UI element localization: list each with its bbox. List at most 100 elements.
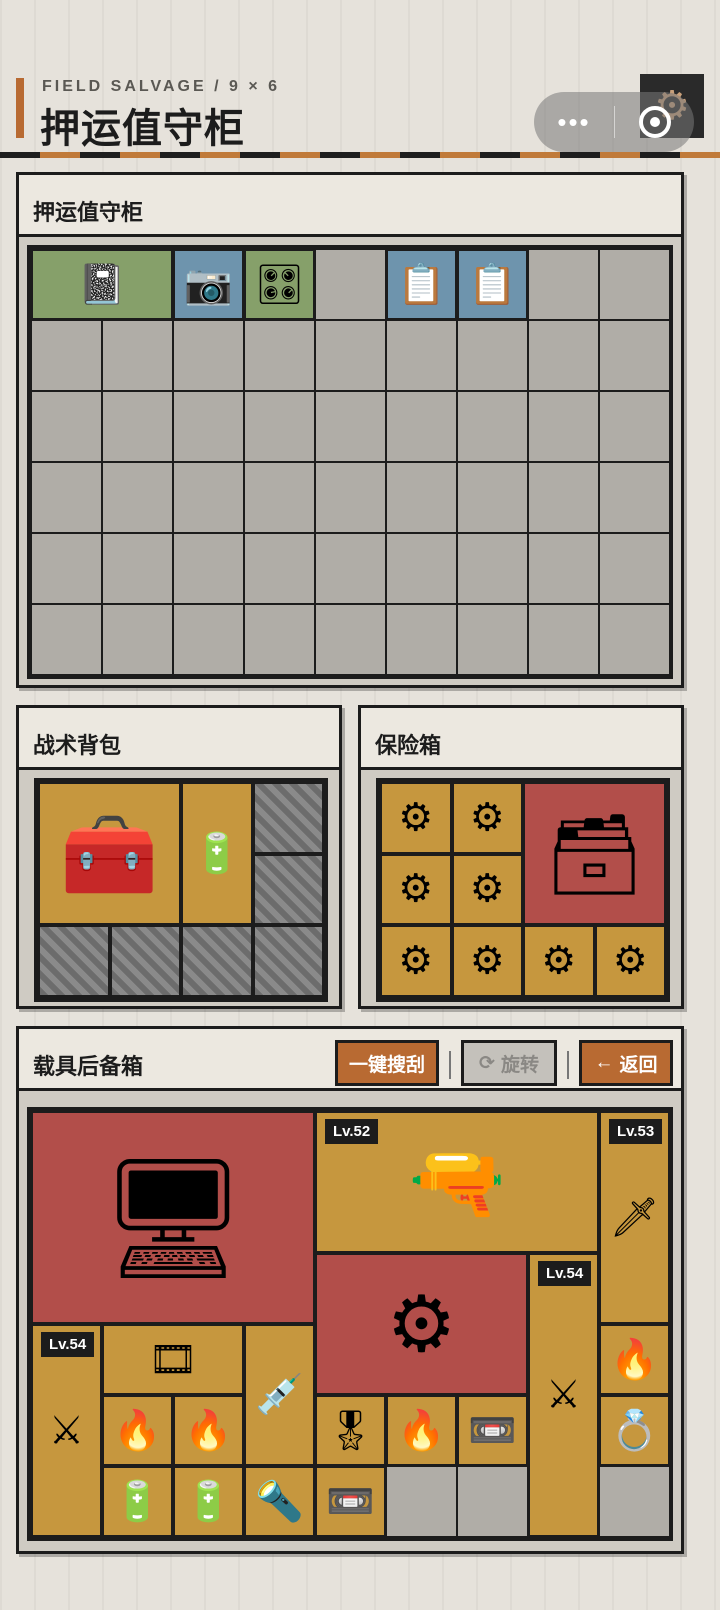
battery-pack-item[interactable]: 🔋 <box>181 782 253 925</box>
battery-case-2-item[interactable]: 🔋 <box>173 1466 244 1537</box>
tablet-2-item[interactable]: 📋 <box>457 249 528 320</box>
tool-case-item[interactable]: 🧰 <box>38 782 181 925</box>
grid-cell[interactable] <box>457 533 528 604</box>
grid-cell[interactable] <box>457 391 528 462</box>
grid-cell[interactable] <box>386 1466 457 1537</box>
reactor-core-5-item[interactable]: ⚙ <box>380 925 452 997</box>
torch-item[interactable]: 🔦 <box>244 1466 315 1537</box>
combat-blade-item[interactable]: 🗡 Lv.53 <box>599 1111 670 1324</box>
medal-item[interactable]: 🎖 <box>315 1395 386 1466</box>
grid-cell[interactable] <box>599 391 670 462</box>
tablet-1-item[interactable]: 📋 <box>386 249 457 320</box>
grid-cell[interactable] <box>528 391 599 462</box>
loot-all-button[interactable]: 一键搜刮 <box>335 1040 439 1086</box>
reactor-core-2-item[interactable]: ⚙ <box>451 782 523 854</box>
grid-cell[interactable] <box>173 533 244 604</box>
grid-cell[interactable] <box>173 320 244 391</box>
grid-cell[interactable] <box>457 604 528 675</box>
reactor-core-7-item[interactable]: ⚙ <box>523 925 595 997</box>
safebox-panel: 保险箱 ⚙ ⚙ ⚙ ⚙ ⚙ ⚙ ⚙ ⚙ 🗃 <box>358 705 684 1009</box>
lighter-2-item[interactable]: 🔥 <box>173 1395 244 1466</box>
grid-cell[interactable] <box>31 391 102 462</box>
grid-cell[interactable] <box>31 320 102 391</box>
grid-cell[interactable] <box>599 533 670 604</box>
journal-icon: 📓 <box>77 263 127 306</box>
rotate-icon: ⟳ <box>479 1052 495 1074</box>
grid-cell[interactable] <box>102 320 173 391</box>
grid-cell[interactable] <box>102 604 173 675</box>
syringe-item[interactable]: 💉 <box>244 1324 315 1466</box>
grid-cell[interactable] <box>102 391 173 462</box>
reactor-core-8-item[interactable]: ⚙ <box>594 925 666 997</box>
reactor-core-icon: ⚙ <box>469 796 505 840</box>
top-header: FIELD SALVAGE / 9 × 6 押运值守柜 ⚙ ••• <box>0 0 720 160</box>
grid-cell[interactable] <box>244 462 315 533</box>
grid-cell[interactable] <box>315 320 386 391</box>
grid-cell[interactable] <box>102 533 173 604</box>
grid-cell[interactable] <box>528 320 599 391</box>
rotate-button[interactable]: ⟳ 旋转 <box>461 1040 557 1086</box>
reactor-core-icon: ⚙ <box>398 796 434 840</box>
grid-cell[interactable] <box>31 604 102 675</box>
grid-cell[interactable] <box>102 462 173 533</box>
grid-cell[interactable] <box>386 533 457 604</box>
grid-cell[interactable] <box>315 604 386 675</box>
cassette-2-item[interactable]: 📼 <box>315 1466 386 1537</box>
lighter-item[interactable]: 🔥 <box>102 1395 173 1466</box>
grid-cell[interactable] <box>315 533 386 604</box>
grid-cell[interactable] <box>31 462 102 533</box>
grid-cell[interactable] <box>599 249 670 320</box>
engine-motor-item[interactable]: ⚙ <box>315 1253 528 1395</box>
grid-cell[interactable] <box>599 320 670 391</box>
jewelry-box-item[interactable]: 💍 <box>599 1395 670 1466</box>
saber-2-item[interactable]: ⚔ Lv.54 <box>31 1324 102 1537</box>
saber-1-item[interactable]: ⚔ Lv.54 <box>528 1253 599 1537</box>
ammo-crate-item[interactable]: 🗃 <box>523 782 666 925</box>
button-divider <box>449 1051 451 1079</box>
grid-cell[interactable] <box>599 604 670 675</box>
grid-cell[interactable] <box>315 249 386 320</box>
lighter-3-item[interactable]: 🔥 <box>386 1395 457 1466</box>
reactor-core-3-item[interactable]: ⚙ <box>380 853 452 925</box>
grid-cell[interactable] <box>528 533 599 604</box>
grid-cell[interactable] <box>528 604 599 675</box>
grid-cell[interactable] <box>244 391 315 462</box>
back-button[interactable]: ← 返回 <box>579 1040 673 1086</box>
journal-item[interactable]: 📓 <box>31 249 173 320</box>
grid-cell[interactable] <box>31 533 102 604</box>
grid-cell[interactable] <box>457 462 528 533</box>
grid-cell[interactable] <box>457 1466 528 1537</box>
grid-cell[interactable] <box>173 391 244 462</box>
grid-cell[interactable] <box>528 462 599 533</box>
grid-cell[interactable] <box>386 604 457 675</box>
tape-roll-item[interactable]: 🎞 <box>102 1324 244 1395</box>
circuit-board-item[interactable]: 🎛 <box>244 249 315 320</box>
grid-cell[interactable] <box>244 533 315 604</box>
reactor-core-4-item[interactable]: ⚙ <box>451 853 523 925</box>
cassette-item[interactable]: 📼 <box>457 1395 528 1466</box>
grid-cell[interactable] <box>386 320 457 391</box>
grid-cell[interactable] <box>599 1466 670 1537</box>
grid-cell[interactable] <box>457 320 528 391</box>
grid-cell[interactable] <box>528 249 599 320</box>
dashcam-item[interactable]: 📷 <box>173 249 244 320</box>
grid-cell[interactable] <box>386 391 457 462</box>
reactor-core-6-item[interactable]: ⚙ <box>451 925 523 997</box>
grid-cell[interactable] <box>315 462 386 533</box>
reactor-core-1-item[interactable]: ⚙ <box>380 782 452 854</box>
battery-case-item[interactable]: 🔋 <box>102 1466 173 1537</box>
grid-cell[interactable] <box>173 604 244 675</box>
reactor-core-icon: ⚙ <box>469 867 505 911</box>
more-menu-button[interactable]: ••• <box>534 107 614 138</box>
battery-pack-icon: 🔋 <box>192 832 242 875</box>
machine-gun-item[interactable]: 🔫 Lv.52 <box>315 1111 599 1253</box>
lighter-4-item[interactable]: 🔥 <box>599 1324 670 1395</box>
grid-cell[interactable] <box>315 391 386 462</box>
close-miniapp-button[interactable] <box>615 106 694 138</box>
server-unit-item[interactable]: 🖥 <box>31 1111 315 1324</box>
grid-cell[interactable] <box>244 320 315 391</box>
grid-cell[interactable] <box>244 604 315 675</box>
grid-cell[interactable] <box>386 462 457 533</box>
grid-cell[interactable] <box>599 462 670 533</box>
grid-cell[interactable] <box>173 462 244 533</box>
